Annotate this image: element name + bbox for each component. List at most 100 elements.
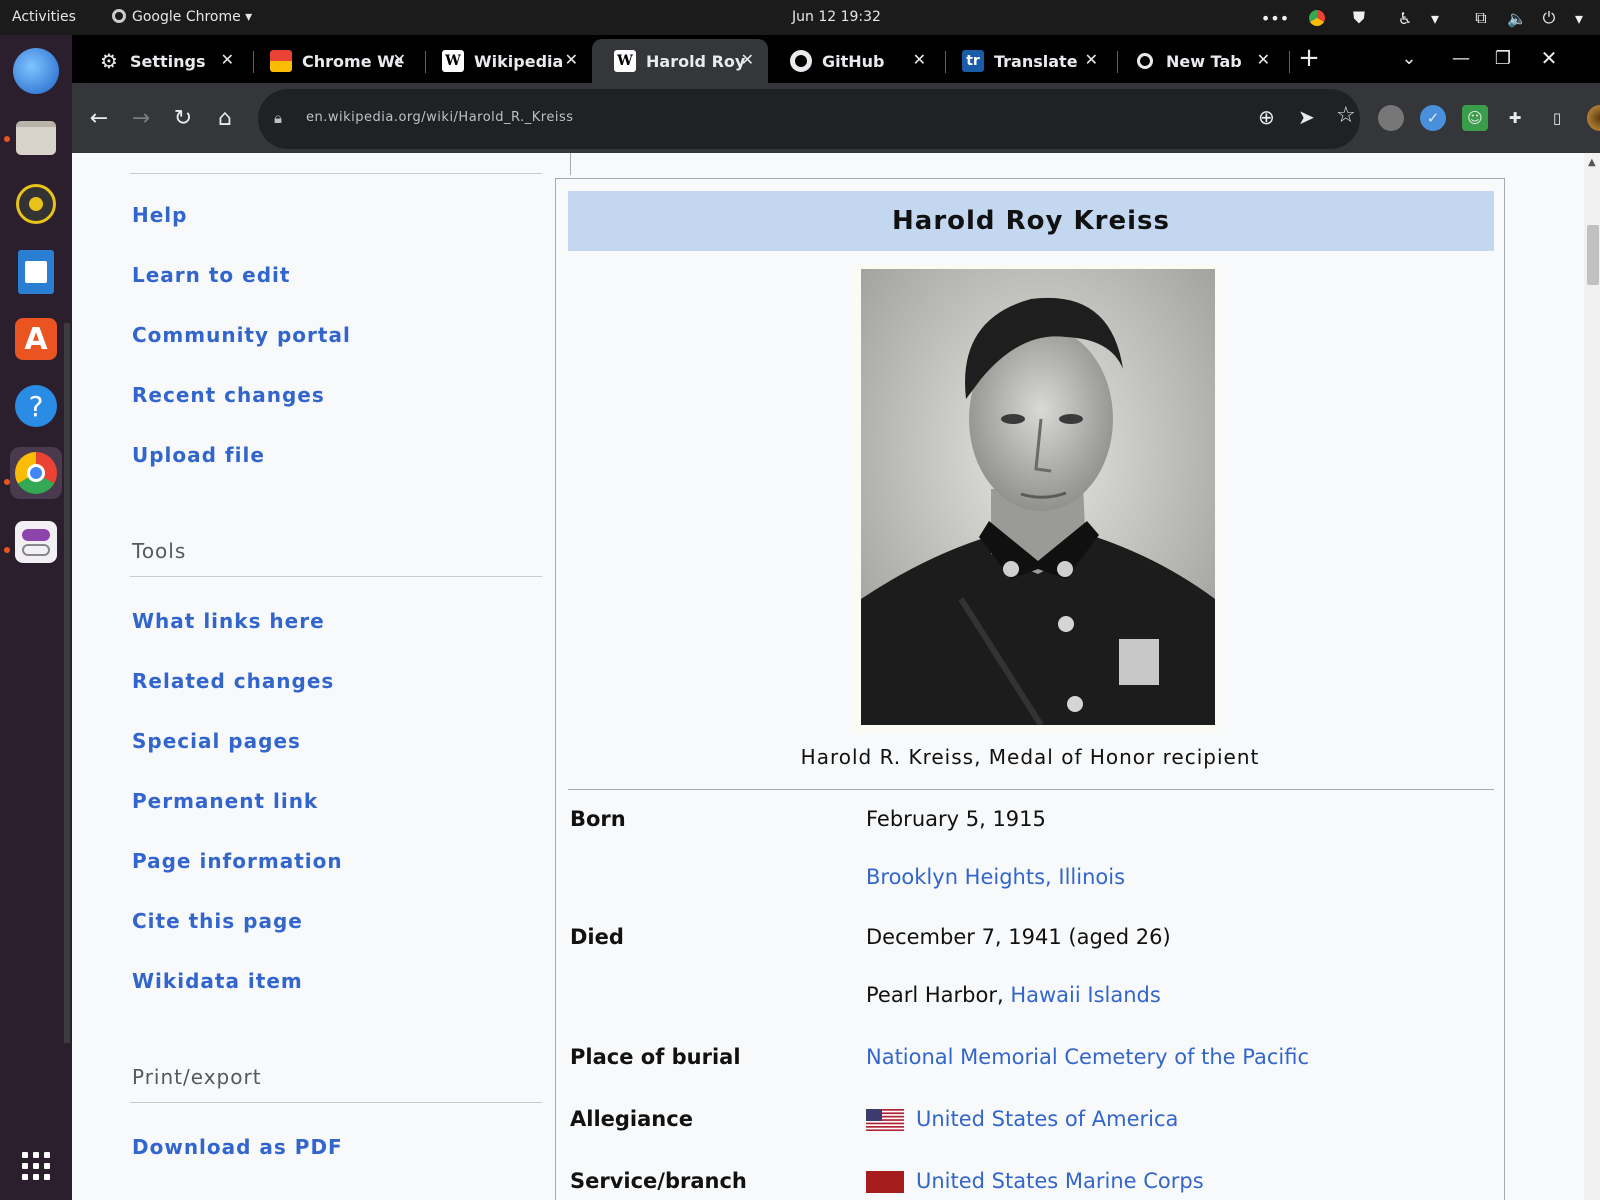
activities-button[interactable]: Activities [12, 9, 76, 25]
profile-avatar[interactable] [1587, 105, 1600, 131]
usmc-flag-icon [866, 1171, 904, 1193]
extension-frog-icon[interactable]: ☺ [1462, 105, 1488, 131]
sidebar-item-wikidata-item[interactable]: Wikidata item [132, 969, 303, 993]
zoom-icon[interactable]: ⊕ [1258, 105, 1275, 129]
sidebar-item-learn-to-edit[interactable]: Learn to edit [132, 263, 290, 287]
chevron-down-icon[interactable]: ▾ [1568, 7, 1590, 29]
close-icon[interactable]: ✕ [741, 50, 754, 69]
sidebar-item-page-information[interactable]: Page information [132, 849, 343, 873]
help-icon[interactable]: ? [10, 380, 62, 432]
sidebar-item-recent-changes[interactable]: Recent changes [132, 383, 325, 407]
label-born: Born [570, 807, 626, 831]
value-burial-link[interactable]: National Memorial Cemetery of the Pacifi… [866, 1045, 1309, 1069]
writer-icon[interactable] [10, 246, 62, 298]
sidebar-item-cite-this-page[interactable]: Cite this page [132, 909, 303, 933]
sidebar-divider [130, 173, 542, 174]
service-branch-link[interactable]: United States Marine Corps [916, 1169, 1204, 1193]
tab-active-article[interactable]: W Harold Roy Kreiss ✕ [592, 39, 768, 83]
system-top-bar: Activities Google Chrome ▾ Jun 12 19:32 … [0, 0, 1600, 35]
sidebar-item-permanent-link[interactable]: Permanent link [132, 789, 318, 813]
gear-icon: ⚙ [100, 49, 118, 73]
allegiance-link[interactable]: United States of America [916, 1107, 1178, 1131]
new-tab-button[interactable]: + [1294, 43, 1324, 73]
wikipedia-icon: W [614, 50, 636, 72]
sidebar-item-help[interactable]: Help [132, 203, 187, 227]
dock: A ? [0, 35, 72, 1200]
shield-icon[interactable]: ⛊ [1348, 7, 1370, 29]
thunderbird-icon[interactable] [10, 45, 62, 97]
sidebar-item-special-pages[interactable]: Special pages [132, 729, 301, 753]
send-icon[interactable]: ➤ [1298, 105, 1315, 129]
network-icon[interactable]: ⧉ [1470, 7, 1492, 29]
wikipedia-icon: W [442, 50, 464, 72]
portrait-photo[interactable] [854, 265, 1218, 733]
portrait-image [861, 269, 1215, 725]
value-service-branch: United States Marine Corps [866, 1169, 1204, 1193]
tab-wikipedia[interactable]: W Wikipedia ✕ [420, 39, 592, 83]
sidebar-heading-tools: Tools [132, 539, 187, 563]
chevron-down-icon[interactable]: ▾ [1424, 7, 1446, 29]
label-allegiance: Allegiance [570, 1107, 693, 1131]
tab-title: Chrome Web Store [302, 51, 402, 71]
app-menu[interactable]: Google Chrome ▾ [112, 9, 252, 25]
clock[interactable]: Jun 12 19:32 [792, 9, 881, 25]
github-icon [790, 50, 812, 72]
bookmark-star-icon[interactable]: ☆ [1336, 103, 1356, 128]
back-icon[interactable]: ← [84, 103, 114, 133]
close-icon[interactable]: ✕ [913, 50, 926, 69]
url-text[interactable]: en.wikipedia.org/wiki/Harold_R._Kreiss [306, 110, 574, 125]
volume-icon[interactable]: 🔈 [1506, 7, 1528, 29]
close-window-icon[interactable]: ✕ [1534, 43, 1564, 73]
page-scrollbar[interactable]: ▲ [1584, 153, 1600, 1200]
close-icon[interactable]: ✕ [1257, 50, 1270, 69]
forward-icon[interactable]: → [126, 103, 156, 133]
tab-github[interactable]: GitHub ✕ [768, 39, 940, 83]
label-service-branch: Service/branch [570, 1169, 747, 1193]
home-icon[interactable]: ⌂ [210, 103, 240, 133]
app-menu-label: Google Chrome [132, 9, 241, 25]
close-icon[interactable]: ✕ [221, 50, 234, 69]
sidebar-item-community-portal[interactable]: Community portal [132, 323, 351, 347]
tab-title: Harold Roy Kreiss [646, 51, 746, 71]
close-icon[interactable]: ✕ [565, 50, 578, 69]
sidebar-item-related-changes[interactable]: Related changes [132, 669, 334, 693]
value-birth-place-link[interactable]: Brooklyn Heights, Illinois [866, 865, 1125, 889]
tab-web-store[interactable]: Chrome Web Store ✕ [248, 39, 420, 83]
tab-settings[interactable]: ⚙ Settings ✕ [76, 39, 248, 83]
rhythmbox-icon[interactable] [10, 178, 62, 230]
close-icon[interactable]: ✕ [1085, 50, 1098, 69]
chrome-icon[interactable] [10, 447, 62, 499]
address-bar[interactable]: 🔒︎ en.wikipedia.org/wiki/Harold_R._Kreis… [258, 89, 1360, 149]
app-center-icon[interactable]: A [10, 313, 62, 365]
extension-circle-icon[interactable] [1378, 105, 1404, 131]
tab-new-tab[interactable]: New Tab ✕ [1112, 39, 1284, 83]
minimize-icon[interactable]: — [1446, 43, 1476, 73]
sidebar-divider [130, 576, 542, 577]
sidebar-item-download-pdf[interactable]: Download as PDF [132, 1135, 343, 1159]
close-icon[interactable]: ✕ [393, 50, 406, 69]
restore-icon[interactable]: ❐ [1488, 43, 1518, 73]
files-icon[interactable] [10, 112, 62, 164]
scroll-up-icon[interactable]: ▲ [1588, 157, 1596, 168]
settings-toggle-icon[interactable] [10, 516, 62, 568]
show-apps-icon[interactable] [10, 1140, 62, 1192]
sidebar-item-upload-file[interactable]: Upload file [132, 443, 265, 467]
side-panel-icon[interactable]: ▯ [1544, 105, 1570, 131]
tab-translate[interactable]: tr Translate ✕ [940, 39, 1112, 83]
reload-icon[interactable]: ↻ [168, 103, 198, 133]
sidebar-item-what-links-here[interactable]: What links here [132, 609, 325, 633]
more-icon[interactable]: ••• [1261, 7, 1289, 29]
power-icon[interactable]: ⏻ [1538, 7, 1560, 29]
tab-title: Settings [130, 51, 206, 71]
infobox-title: Harold Roy Kreiss [568, 191, 1494, 251]
chrome-tray-icon[interactable] [1306, 7, 1328, 29]
accessibility-icon[interactable]: ♿ [1394, 7, 1416, 29]
browser-toolbar: ← → ↻ ⌂ 🔒︎ en.wikipedia.org/wiki/Harold_… [72, 83, 1600, 153]
store-icon [270, 50, 292, 72]
death-place-link[interactable]: Hawaii Islands [1010, 983, 1160, 1007]
lock-icon[interactable]: 🔒︎ [274, 109, 282, 127]
tab-search-icon[interactable]: ⌄ [1394, 43, 1424, 73]
scrollbar-thumb[interactable] [1587, 225, 1599, 285]
extensions-puzzle-icon[interactable]: ✚ [1502, 105, 1528, 131]
extension-check-icon[interactable]: ✓ [1420, 105, 1446, 131]
